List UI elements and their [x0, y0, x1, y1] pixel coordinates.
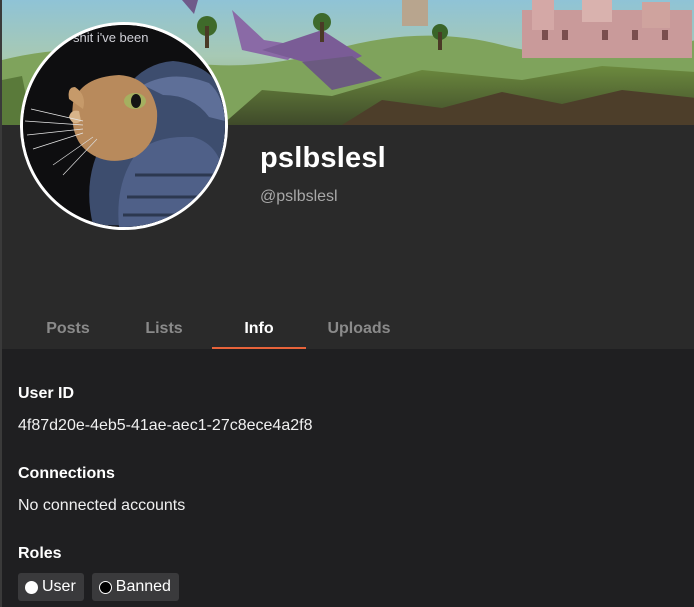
tab-lists[interactable]: Lists [118, 310, 210, 349]
role-badge-banned: Banned [91, 573, 179, 601]
profile-header: shit i've been pslbslesl @pslbslesl Post… [0, 0, 694, 349]
tab-posts[interactable]: Posts [22, 310, 114, 349]
role-label: Banned [115, 578, 171, 595]
tab-uploads[interactable]: Uploads [310, 310, 408, 349]
profile-page: shit i've been pslbslesl @pslbslesl Post… [0, 0, 694, 607]
role-badge-user: User [18, 573, 84, 601]
roles-title: Roles [18, 545, 62, 562]
username-handle: @pslbslesl [260, 188, 338, 205]
connections-title: Connections [18, 465, 115, 482]
connections-value: No connected accounts [18, 497, 186, 514]
avatar[interactable]: shit i've been [20, 22, 228, 230]
role-dot-icon [98, 580, 112, 594]
display-name: pslbslesl [260, 142, 386, 174]
role-dot-icon [25, 580, 38, 594]
role-label: User [42, 578, 76, 595]
avatar-caption: shit i've been [73, 30, 149, 45]
info-panel: User ID 4f87d20e-4eb5-41ae-aec1-27c8ece4… [0, 349, 694, 607]
user-id-value: 4f87d20e-4eb5-41ae-aec1-27c8ece4a2f8 [18, 417, 313, 434]
roles-list: User Banned [18, 573, 179, 601]
user-id-title: User ID [18, 385, 75, 402]
tab-info[interactable]: Info [212, 310, 306, 349]
cat-avatar-icon [23, 25, 225, 227]
profile-tabs: Posts Lists Info Uploads [2, 310, 694, 349]
